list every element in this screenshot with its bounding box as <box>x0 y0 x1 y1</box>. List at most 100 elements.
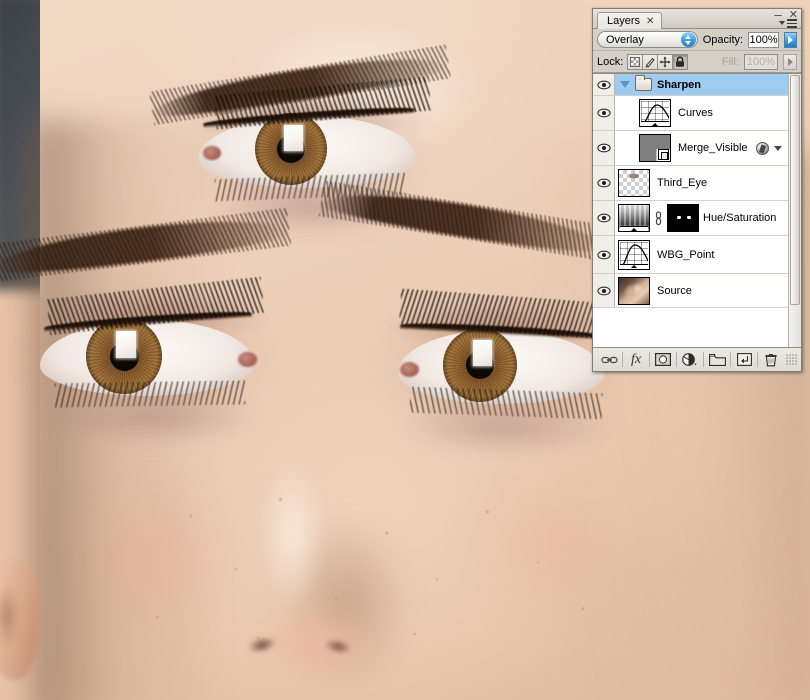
visibility-toggle-third-eye[interactable] <box>593 166 615 200</box>
visibility-toggle-source[interactable] <box>593 274 615 307</box>
blend-mode-value: Overlay <box>606 33 644 46</box>
folder-icon <box>635 75 652 91</box>
layer-row-wbg-point[interactable]: WBG_Point <box>593 236 788 274</box>
new-layer-button[interactable] <box>732 349 756 371</box>
chevron-down-icon <box>779 21 785 26</box>
tear-duct-right-eye <box>400 362 419 377</box>
layer-body-curves[interactable]: Curves <box>615 97 788 129</box>
resize-grip-icon[interactable] <box>786 354 797 365</box>
panel-title-bar[interactable]: Layers ✕ – ✕ <box>593 8 801 29</box>
adjustment-ramp <box>620 226 648 231</box>
divider <box>622 352 623 367</box>
folder-icon <box>708 354 726 366</box>
layers-panel[interactable]: Layers ✕ – ✕ Overlay Opacity: 100% Lock:… <box>592 8 802 372</box>
gray-shape-thumbnail[interactable] <box>639 134 671 162</box>
layer-row-merge-visible[interactable]: Merge_Visible <box>593 131 788 166</box>
panel-menu-icon[interactable] <box>779 19 797 28</box>
fill-slider-arrow-icon[interactable] <box>783 53 797 70</box>
checkerboard-icon <box>630 56 641 67</box>
layer-row-curves[interactable]: Curves <box>593 96 788 131</box>
panel-footer[interactable]: fx <box>593 347 801 371</box>
link-layers-button[interactable] <box>597 349 621 371</box>
curves-thumbnail[interactable] <box>639 99 671 127</box>
layer-row-source[interactable]: Source <box>593 274 788 308</box>
layer-body-merge-visible[interactable]: Merge_Visible <box>615 132 788 164</box>
lock-buttons[interactable] <box>627 53 689 70</box>
fx-icon: fx <box>630 351 642 367</box>
add-layer-mask-button[interactable] <box>651 349 675 371</box>
eye-icon <box>596 286 611 295</box>
layer-row-sharpen[interactable]: Sharpen <box>593 74 788 96</box>
new-adjustment-layer-button[interactable] <box>678 349 702 371</box>
divider <box>649 352 650 367</box>
layer-list-scrollbar[interactable] <box>788 74 801 347</box>
mask-mark <box>677 216 681 219</box>
lock-position-button[interactable] <box>657 53 674 70</box>
mask-link-icon[interactable] <box>654 210 663 226</box>
layer-list[interactable]: Sharpen Curves Merge_Visible Third_Eye H… <box>593 73 801 347</box>
layer-name-source: Source <box>657 284 692 297</box>
tab-close-icon[interactable]: ✕ <box>646 16 654 27</box>
visibility-toggle-sharpen[interactable] <box>593 74 615 95</box>
tear-duct-upper-eye <box>203 146 221 160</box>
adjustment-ramp <box>641 121 669 126</box>
new-group-button[interactable] <box>705 349 729 371</box>
layer-body-hue-saturation[interactable]: Hue/Saturation <box>615 202 788 234</box>
layer-rows: Sharpen Curves Merge_Visible Third_Eye H… <box>593 74 788 347</box>
minimize-icon[interactable]: – <box>775 8 782 21</box>
opacity-input[interactable]: 100% <box>748 31 780 48</box>
layer-name-curves: Curves <box>678 107 713 119</box>
half-circle-icon <box>682 352 697 366</box>
photoshop-screenshot: Layers ✕ – ✕ Overlay Opacity: 100% Lock:… <box>0 0 810 700</box>
lock-transparent-pixels-button[interactable] <box>627 53 644 70</box>
brush-icon <box>645 57 655 68</box>
gradient-thumbnail[interactable] <box>618 204 650 232</box>
mask-mark <box>687 216 691 219</box>
layer-row-third-eye[interactable]: Third_Eye <box>593 166 788 201</box>
mask-icon <box>655 353 671 366</box>
layer-name-sharpen: Sharpen <box>657 78 702 91</box>
layer-body-wbg-point[interactable]: WBG_Point <box>615 238 788 272</box>
tab-layers[interactable]: Layers ✕ <box>597 12 663 29</box>
fill-input[interactable]: 100% <box>744 53 778 70</box>
tear-duct-left-eye <box>238 352 257 367</box>
smart-object-badge-icon <box>658 149 669 160</box>
blend-mode-select[interactable]: Overlay <box>597 31 698 48</box>
eye-icon <box>596 80 611 89</box>
opacity-slider-arrow-icon[interactable] <box>784 31 797 48</box>
expand-effects-icon[interactable] <box>774 145 782 151</box>
blend-mode-row[interactable]: Overlay Opacity: 100% <box>593 29 801 51</box>
layer-style-button[interactable]: fx <box>624 349 648 371</box>
visibility-toggle-hue-saturation[interactable] <box>593 201 615 235</box>
visibility-toggle-merge-visible[interactable] <box>593 131 615 165</box>
layer-body-sharpen[interactable]: Sharpen <box>615 74 788 96</box>
layer-body-source[interactable]: Source <box>615 275 788 307</box>
delete-layer-button[interactable] <box>759 349 783 371</box>
opacity-label: Opacity: <box>702 33 744 46</box>
visibility-toggle-curves[interactable] <box>593 96 615 130</box>
disclosure-triangle-icon[interactable] <box>620 81 630 88</box>
chain-link-icon <box>600 356 618 363</box>
photo-thumbnail[interactable] <box>618 276 650 305</box>
eye-icon <box>596 178 611 188</box>
divider <box>757 352 758 367</box>
layer-mask-thumbnail[interactable] <box>667 204 699 232</box>
curves-thumbnail[interactable] <box>618 239 650 270</box>
layer-name-third-eye: Third_Eye <box>657 177 708 189</box>
lock-image-pixels-button[interactable] <box>642 53 659 70</box>
adjustment-ramp <box>620 263 648 269</box>
move-icon <box>659 56 671 67</box>
blend-mode-spinner-icon[interactable] <box>680 32 696 47</box>
tab-layers-label: Layers <box>607 15 641 27</box>
lock-all-button[interactable] <box>672 53 689 70</box>
layer-effects-icon[interactable] <box>756 141 769 155</box>
transparent-checker-thumbnail[interactable] <box>618 169 650 197</box>
new-layer-icon <box>736 353 752 366</box>
lock-label: Lock: <box>597 55 624 68</box>
layer-body-third-eye[interactable]: Third_Eye <box>615 167 788 199</box>
layer-row-hue-saturation[interactable]: Hue/Saturation <box>593 201 788 236</box>
lock-row[interactable]: Lock: Fill: 100% <box>593 51 801 73</box>
scrollbar-thumb[interactable] <box>790 75 800 305</box>
trash-icon <box>765 353 777 366</box>
visibility-toggle-wbg-point[interactable] <box>593 236 615 273</box>
